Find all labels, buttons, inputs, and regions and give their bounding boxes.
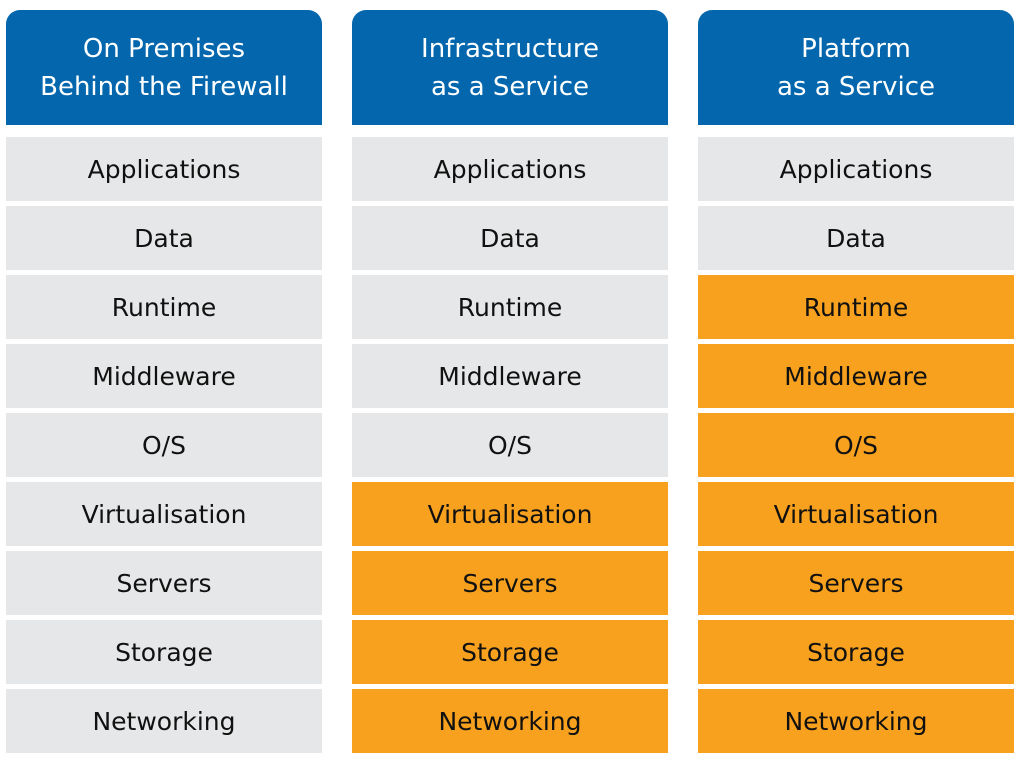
layer-storage: Storage (6, 620, 322, 684)
header-title-line2: as a Service (776, 71, 936, 102)
header-title-line1: Platform (801, 33, 911, 64)
layer-runtime: Runtime (352, 275, 668, 339)
layer-applications: Applications (698, 137, 1014, 201)
layer-storage: Storage (352, 620, 668, 684)
layer-os: O/S (352, 413, 668, 477)
layer-networking: Networking (6, 689, 322, 753)
layer-stack: Applications Data Runtime Middleware O/S Virt… (6, 137, 322, 753)
column-1: Infrastructure as a Service Applications Da… (352, 10, 668, 758)
column-2: Platform as a Service Applications Data Runt… (698, 10, 1014, 758)
layer-runtime: Runtime (6, 275, 322, 339)
layer-middleware: Middleware (698, 344, 1014, 408)
column-header: Infrastructure as a Service (352, 10, 668, 125)
layer-servers: Servers (698, 551, 1014, 615)
layer-data: Data (6, 206, 322, 270)
column-header: On Premises Behind the Firewall (6, 10, 322, 125)
layer-stack: Applications Data Runtime Middleware O/S Virt… (698, 137, 1014, 753)
header-title-line2: as a Service (430, 71, 590, 102)
layer-stack: Applications Data Runtime Middleware O/S Virt… (352, 137, 668, 753)
layer-data: Data (698, 206, 1014, 270)
header-title-line2: Behind the Firewall (40, 71, 288, 102)
layer-virtualisation: Virtualisation (6, 482, 322, 546)
layer-runtime: Runtime (698, 275, 1014, 339)
header-title-line1: On Premises (82, 33, 246, 64)
layer-applications: Applications (352, 137, 668, 201)
layer-os: O/S (698, 413, 1014, 477)
layer-middleware: Middleware (352, 344, 668, 408)
column-0: On Premises Behind the Firewall Applicatio… (6, 10, 322, 758)
layer-virtualisation: Virtualisation (352, 482, 668, 546)
layer-applications: Applications (6, 137, 322, 201)
layer-os: O/S (6, 413, 322, 477)
layer-middleware: Middleware (6, 344, 322, 408)
header-title-line1: Infrastructure (421, 33, 599, 64)
layer-virtualisation: Virtualisation (698, 482, 1014, 546)
layer-servers: Servers (352, 551, 668, 615)
layer-storage: Storage (698, 620, 1014, 684)
column-header: Platform as a Service (698, 10, 1014, 125)
layer-data: Data (352, 206, 668, 270)
layer-networking: Networking (352, 689, 668, 753)
layer-servers: Servers (6, 551, 322, 615)
layer-networking: Networking (698, 689, 1014, 753)
